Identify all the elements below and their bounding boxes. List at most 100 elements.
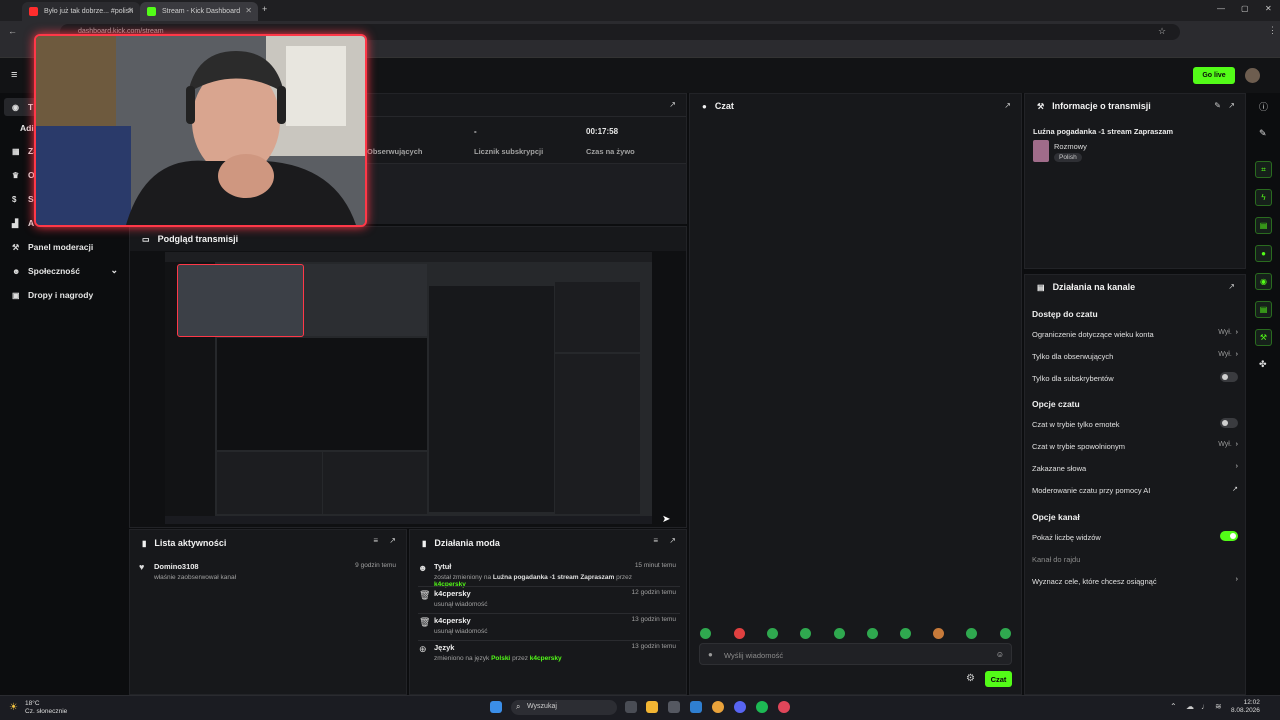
trash-icon: 🗑 (419, 590, 431, 600)
taskbar-search-input[interactable]: ⌕ Wyszukaj (511, 700, 617, 715)
mod-action-pre: usunął wiadomość (434, 628, 488, 635)
emote-icon[interactable] (1000, 628, 1011, 639)
close-icon[interactable]: ✕ (245, 6, 252, 15)
chat-placeholder: Wyślij wiadomość (724, 651, 784, 660)
show-viewers-toggle[interactable] (1220, 531, 1238, 541)
document-icon: ▤ (1259, 221, 1268, 230)
microphone-icon[interactable]: ♩ (1201, 702, 1209, 711)
activity-time: 15 minut temu (634, 562, 676, 569)
setting-ai-moderation[interactable]: Moderowanie czatu przy pomocy AI ↗ (1032, 486, 1238, 495)
emote-icon[interactable] (933, 628, 944, 639)
minimize-icon[interactable]: — (1217, 4, 1225, 13)
filter-icon[interactable]: ≡ (373, 536, 378, 545)
broadcast-icon: ◉ (1260, 277, 1267, 286)
rail-widget-button[interactable]: ◉ (1255, 273, 1272, 290)
setting-age-restriction[interactable]: Ograniczenie dotyczące wieku konta Wył. › (1032, 329, 1238, 339)
file-explorer-icon[interactable] (646, 701, 658, 713)
stream-category[interactable]: Rozmowy (1054, 142, 1087, 151)
sidebar-item-analytics[interactable]: ▟ A (12, 218, 34, 228)
rail-widget-button[interactable]: ▤ (1255, 301, 1272, 318)
setting-slow-mode[interactable]: Czat w trybie spowolnionym Wył. › (1032, 441, 1238, 451)
add-widget-icon[interactable]: ✤ (1259, 359, 1267, 370)
emote-icon[interactable] (900, 628, 911, 639)
info-icon[interactable]: ⓘ (1259, 100, 1268, 113)
wifi-icon[interactable]: ≋ (1215, 702, 1222, 711)
back-icon[interactable]: ← (8, 26, 17, 36)
setting-followers-only[interactable]: Tylko dla obserwujących Wył. › (1032, 351, 1238, 361)
chat-panel: ● Czat ↗ (689, 93, 1022, 695)
weather-temp: 18°C (25, 700, 40, 707)
popout-icon[interactable]: ↗ (669, 536, 676, 545)
browser-tab-1[interactable]: Było już tak dobrze... #polish ✕ (22, 2, 140, 21)
chrome-icon[interactable] (712, 701, 724, 713)
sidebar-item-sub[interactable]: Adi (20, 123, 34, 133)
rail-widget-button[interactable]: ϟ (1255, 189, 1272, 206)
popout-icon[interactable]: ↗ (1004, 101, 1011, 110)
close-icon[interactable]: ✕ (127, 6, 134, 15)
clock[interactable]: 12:02 8.08.2026 (1231, 699, 1260, 715)
emoji-icon[interactable]: ☺ (996, 650, 1004, 659)
bookmark-star-icon[interactable]: ☆ (1158, 26, 1166, 37)
close-window-icon[interactable]: ✕ (1265, 4, 1272, 13)
setting-raid-channel[interactable]: Kanał do rajdu (1032, 555, 1238, 564)
popout-icon[interactable]: ↗ (669, 100, 676, 109)
go-live-button[interactable]: Go live (1193, 67, 1235, 84)
edit-pencil-icon[interactable]: ✎ (1214, 101, 1221, 110)
tray-chevron-icon[interactable]: ⌃ (1170, 702, 1177, 711)
rail-widget-button[interactable]: ▤ (1255, 217, 1272, 234)
store-icon[interactable] (668, 701, 680, 713)
sidebar-item-drops[interactable]: ▣ Dropy i nagrody (12, 290, 93, 300)
preview-chat (429, 286, 554, 512)
sidebar-item-moderation[interactable]: ⚒ Panel moderacji (12, 242, 93, 252)
hamburger-icon[interactable]: ≡ (11, 69, 17, 81)
chevron-right-icon: › (1235, 441, 1238, 448)
emote-icon[interactable] (767, 628, 778, 639)
emote-icon[interactable] (800, 628, 811, 639)
rail-widget-button[interactable]: ⚒ (1255, 329, 1272, 346)
rail-widget-button[interactable]: ⌗ (1255, 161, 1272, 178)
popout-icon[interactable]: ↗ (1228, 101, 1235, 110)
emote-icon[interactable] (966, 628, 977, 639)
filter-icon[interactable]: ≡ (653, 536, 658, 545)
chat-message-input[interactable]: ● Wyślij wiadomość ☺ (699, 643, 1012, 665)
rail-widget-button[interactable]: ● (1255, 245, 1272, 262)
go-live-label: Go live (1202, 72, 1226, 79)
emote-icon[interactable] (867, 628, 878, 639)
mod-action-user[interactable]: k4cpersky (530, 655, 562, 662)
emote-icon[interactable] (834, 628, 845, 639)
cloud-icon[interactable]: ☁ (1186, 702, 1194, 711)
stream-preview[interactable] (165, 252, 652, 524)
browser-tab-2[interactable]: Stream - Kick Dashboard ✕ (140, 2, 258, 21)
new-tab-icon[interactable]: + (262, 4, 267, 14)
kebab-menu-icon[interactable]: ⋮ (1268, 25, 1277, 36)
maximize-icon[interactable]: ▢ (1241, 4, 1249, 13)
monitor-icon: ▭ (142, 234, 150, 244)
avatar[interactable] (1245, 68, 1260, 83)
emote-only-toggle[interactable] (1220, 418, 1238, 428)
sidebar-item-community[interactable]: ☻ Społeczność ⌄ (12, 265, 118, 276)
edge-icon[interactable] (690, 701, 702, 713)
emote-icon[interactable] (734, 628, 745, 639)
section-heading: Dostęp do czatu (1032, 309, 1098, 319)
setting-banned-words[interactable]: Zakazane słowa › (1032, 463, 1238, 473)
mod-header: ▮ Działania moda (410, 532, 686, 554)
edit-pencil-icon[interactable]: ✎ (1259, 128, 1267, 139)
setting-goals[interactable]: Wyznacz cele, które chcesz osiągnąć › (1032, 576, 1238, 586)
subscribers-only-toggle[interactable] (1220, 372, 1238, 382)
obs-icon[interactable] (778, 701, 790, 713)
emote-icon[interactable] (700, 628, 711, 639)
popout-icon[interactable]: ↗ (389, 536, 396, 545)
settings-gear-icon[interactable]: ⚙ (966, 673, 975, 684)
sidebar-item-monetization[interactable]: $ Si (12, 194, 36, 204)
chevron-right-icon: › (1235, 351, 1238, 358)
discord-icon[interactable] (734, 701, 746, 713)
spotify-icon[interactable] (756, 701, 768, 713)
popout-icon[interactable]: ↗ (1228, 282, 1235, 291)
chat-send-button[interactable]: Czat (985, 671, 1012, 687)
weather-icon: ☀ (9, 702, 18, 713)
weather-widget[interactable]: 18°C Cz. słonecznie (25, 700, 67, 716)
task-view-icon[interactable] (625, 701, 637, 713)
sidebar-item-achievements[interactable]: ♛ O (12, 170, 35, 180)
stat-label: Licznik subskrypcji (474, 147, 544, 156)
windows-start-icon[interactable] (490, 701, 502, 713)
